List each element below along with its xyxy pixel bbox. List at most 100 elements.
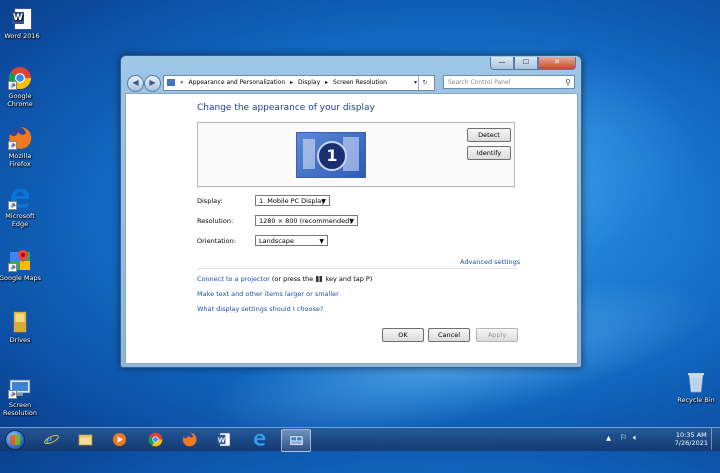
- volume-icon[interactable]: 🔈︎: [633, 433, 638, 443]
- desktop-icon-firefox[interactable]: ↗ Mozilla Firefox: [0, 126, 42, 168]
- display-value: 1. Mobile PC Display: [259, 197, 326, 205]
- display-preview: 1 Detect Identify: [197, 122, 515, 187]
- firefox-icon: [182, 432, 197, 447]
- breadcrumb-display[interactable]: Display: [298, 79, 320, 86]
- chrome-icon: ↗: [8, 66, 32, 90]
- windows-key-icon: [316, 276, 323, 282]
- clock-date: 7/26/2021: [674, 439, 708, 447]
- orientation-select[interactable]: Landscape ▼: [255, 235, 328, 246]
- breadcrumb-separator-icon[interactable]: ▸: [325, 79, 328, 86]
- window-controls: — ☐ ✕: [490, 57, 576, 70]
- folder-icon: [8, 310, 32, 334]
- detect-button[interactable]: Detect: [467, 128, 511, 142]
- control-panel-icon: [167, 79, 175, 86]
- help-link[interactable]: What display settings should I choose?: [197, 305, 323, 313]
- search-placeholder: Search Control Panel: [448, 79, 511, 86]
- screen-resolution-icon: ↗: [8, 375, 32, 399]
- screen-resolution-window: — ☐ ✕ ◀ ▶ « Appearance and Personalizati…: [120, 55, 582, 368]
- dropdown-arrow-icon: ▼: [321, 198, 326, 205]
- search-icon[interactable]: ⚲: [565, 76, 571, 90]
- projector-row: Connect to a projector (or press the key…: [197, 275, 372, 283]
- edge-icon: ↗: [8, 186, 32, 210]
- close-button[interactable]: ✕: [538, 57, 576, 70]
- apply-button[interactable]: Apply: [476, 328, 518, 342]
- connect-projector-link[interactable]: Connect to a projector: [197, 275, 270, 283]
- maps-icon: ↗: [8, 248, 32, 272]
- breadcrumb-separator-icon[interactable]: ▸: [290, 79, 293, 86]
- firefox-icon: ↗: [8, 126, 32, 150]
- back-button[interactable]: ◀: [127, 75, 144, 92]
- taskbar-word[interactable]: W: [209, 429, 237, 450]
- resolution-label: Resolution:: [197, 217, 234, 225]
- projector-hint-end: key and tap P): [325, 275, 373, 283]
- svg-text:W: W: [218, 435, 226, 444]
- desktop-icon-maps[interactable]: ↗ Google Maps: [0, 248, 42, 282]
- resolution-value: 1280 × 800 (recommended): [259, 217, 352, 225]
- content-area: Change the appearance of your display 1 …: [125, 93, 578, 364]
- desktop-icon-recycle-bin[interactable]: Recycle Bin: [674, 370, 718, 404]
- clock-time: 10:35 AM: [675, 431, 707, 439]
- breadcrumb-screen-resolution[interactable]: Screen Resolution: [333, 79, 387, 86]
- address-bar[interactable]: « Appearance and Personalization ▸ Displ…: [163, 75, 435, 91]
- dropdown-arrow-icon: ▼: [349, 218, 354, 225]
- ok-button[interactable]: OK: [382, 328, 424, 342]
- taskbar: e W ▲ ⚐ 🔈︎ 10:35 AM 7/26/2021: [0, 427, 720, 452]
- internet-explorer-icon: e: [44, 432, 59, 447]
- back-arrow-icon: ◀: [132, 78, 139, 87]
- refresh-icon[interactable]: ↻: [418, 76, 431, 90]
- desktop-icon-label: Word 2016: [4, 32, 40, 40]
- divider: [197, 268, 517, 269]
- desktop-icon-label: Screen Resolution: [3, 401, 37, 417]
- start-button[interactable]: [2, 428, 26, 451]
- cancel-button[interactable]: Cancel: [428, 328, 470, 342]
- desktop-icon-label: Recycle Bin: [677, 396, 715, 404]
- forward-button[interactable]: ▶: [144, 75, 161, 92]
- maximize-button[interactable]: ☐: [514, 57, 538, 70]
- recycle-bin-icon: [684, 370, 708, 394]
- desktop-icon-label: Microsoft Edge: [5, 212, 35, 228]
- advanced-settings-link[interactable]: Advanced settings: [460, 258, 520, 266]
- taskbar-internet-explorer[interactable]: e: [37, 429, 65, 450]
- taskbar-file-explorer[interactable]: [71, 429, 99, 450]
- orientation-label: Orientation:: [197, 237, 236, 245]
- forward-arrow-icon: ▶: [149, 78, 156, 87]
- desktop-icon-edge[interactable]: ↗ Microsoft Edge: [0, 186, 42, 228]
- taskbar-media-player[interactable]: [105, 429, 133, 450]
- word-icon: W: [216, 432, 231, 447]
- projector-hint-start: (or press the: [271, 275, 314, 283]
- action-center-icon[interactable]: ⚐: [620, 433, 627, 442]
- desktop-icon-word[interactable]: W Word 2016: [0, 6, 44, 40]
- minimize-button[interactable]: —: [490, 57, 514, 70]
- system-tray: ▲ ⚐ 🔈︎ 10:35 AM 7/26/2021: [600, 428, 720, 451]
- navigation-bar: ◀ ▶ « Appearance and Personalization ▸ D…: [125, 74, 577, 92]
- identify-button[interactable]: Identify: [467, 146, 511, 160]
- breadcrumb-appearance[interactable]: Appearance and Personalization: [189, 79, 286, 86]
- media-player-icon: [112, 432, 127, 447]
- taskbar-chrome[interactable]: [141, 429, 169, 450]
- monitor-number-badge: 1: [317, 141, 347, 171]
- display-label: Display:: [197, 197, 223, 205]
- display-select[interactable]: 1. Mobile PC Display ▼: [255, 195, 330, 206]
- edge-icon: [253, 433, 266, 446]
- clock[interactable]: 10:35 AM 7/26/2021: [675, 431, 708, 447]
- monitor-tile[interactable]: 1: [296, 132, 366, 178]
- show-hidden-icons-icon[interactable]: ▲: [606, 434, 611, 442]
- address-overflow[interactable]: «: [180, 79, 184, 86]
- dialog-footer: OK Cancel Apply: [126, 322, 577, 363]
- desktop-icon-label: Drives: [9, 336, 31, 344]
- desktop-icon-label: Mozilla Firefox: [8, 152, 32, 168]
- address-dropdown-icon[interactable]: ▾: [414, 76, 417, 90]
- taskbar-firefox[interactable]: [175, 429, 203, 450]
- show-desktop-button[interactable]: [711, 428, 720, 450]
- search-input[interactable]: Search Control Panel ⚲: [443, 75, 575, 89]
- taskbar-control-panel[interactable]: [281, 429, 311, 452]
- desktop-icon-chrome[interactable]: ↗ Google Chrome: [0, 66, 42, 108]
- svg-text:e: e: [46, 432, 52, 447]
- resolution-select[interactable]: 1280 × 800 (recommended) ▼: [255, 215, 358, 226]
- taskbar-edge[interactable]: [245, 429, 273, 450]
- text-size-link[interactable]: Make text and other items larger or smal…: [197, 290, 339, 298]
- page-title: Change the appearance of your display: [197, 103, 375, 113]
- word-icon: W: [10, 6, 34, 30]
- desktop-icon-drives[interactable]: Drives: [0, 310, 42, 344]
- desktop-icon-screen-resolution[interactable]: ↗ Screen Resolution: [0, 375, 42, 417]
